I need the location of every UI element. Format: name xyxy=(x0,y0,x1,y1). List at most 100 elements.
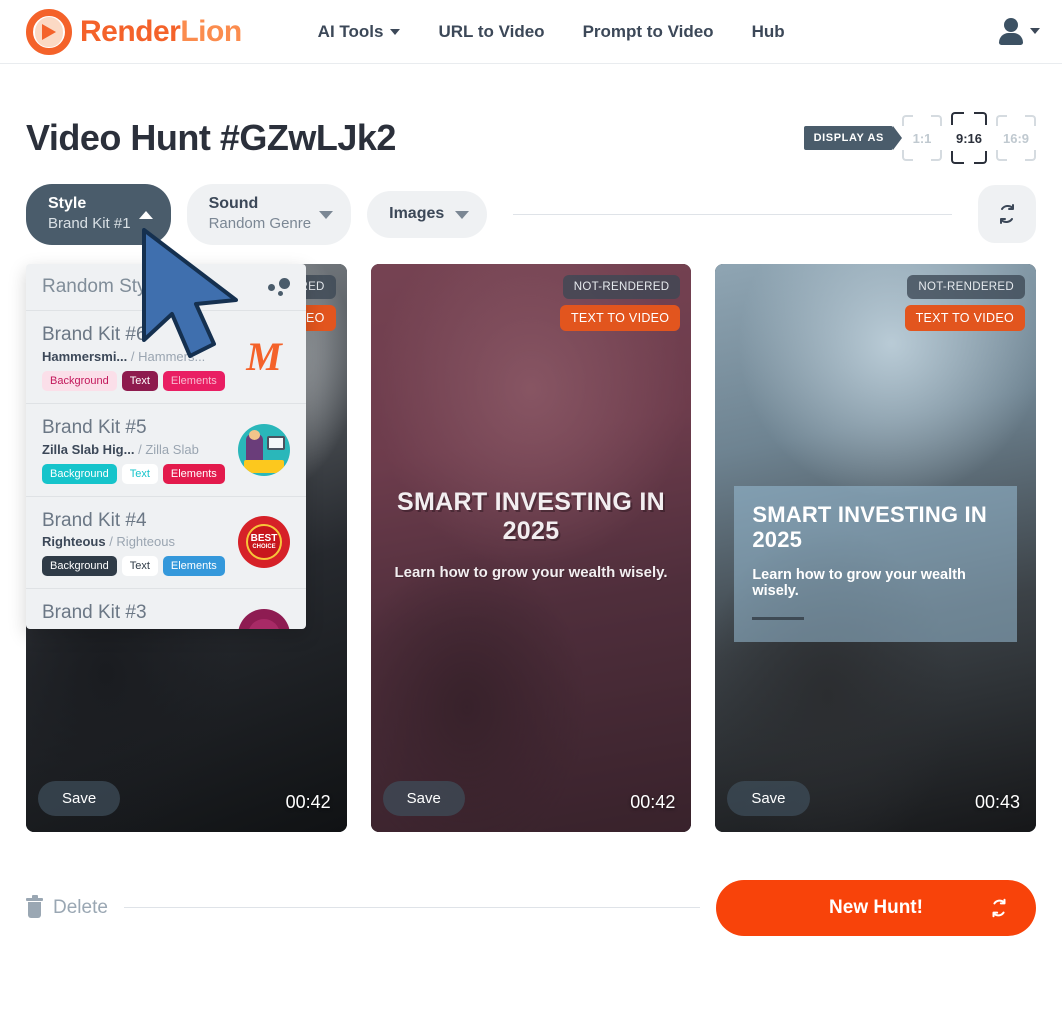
brand-kit-font-secondary: Zilla Slab xyxy=(145,441,199,457)
page-header-row: Video Hunt #GZwLJk2 DISPLAY AS 1:1 9:16 … xyxy=(26,64,1036,164)
brand-kit-font-secondary: Hammers... xyxy=(138,348,206,364)
brand-logo[interactable]: RenderLion xyxy=(26,8,242,55)
sound-filter-button[interactable]: Sound Random Genre xyxy=(186,184,352,245)
monogram-m-icon: M xyxy=(238,330,290,383)
save-button[interactable]: Save xyxy=(38,780,121,816)
sound-filter-value: Random Genre xyxy=(208,215,312,232)
nav-item-ai-tools-label: AI Tools xyxy=(317,21,384,41)
caption-subtitle: Learn how to grow your wealth wisely. xyxy=(752,567,966,600)
brand-wordmark: RenderLion xyxy=(80,15,242,49)
chip-text: Text xyxy=(121,463,158,484)
chevron-down-icon xyxy=(319,211,334,220)
video-caption: SMART INVESTING IN 2025 Learn how to gro… xyxy=(371,488,692,581)
video-card[interactable]: NOT-RENDERED TEXT TO VIDEO SMART INVESTI… xyxy=(715,263,1036,832)
nav-item-url-to-video-label: URL to Video xyxy=(438,21,545,41)
ratio-button-1-1[interactable]: 1:1 xyxy=(902,115,942,161)
status-badge: NOT-RENDERED xyxy=(562,274,681,299)
images-filter-button[interactable]: Images xyxy=(367,190,488,238)
footer-actions: Delete New Hunt! xyxy=(26,879,1036,936)
bubbles-icon xyxy=(268,278,290,296)
style-dropdown-menu[interactable]: Random Style Brand Kit #6 Hammersmi... /… xyxy=(26,264,306,629)
chip-elements: Elements xyxy=(162,556,225,577)
dropdown-item-brand-kit-3[interactable]: Brand Kit #3 Limelight / Limelight Backg… xyxy=(26,589,306,629)
video-duration: 00:43 xyxy=(974,791,1020,812)
chip-text: Text xyxy=(121,370,158,391)
nav-item-hub[interactable]: Hub xyxy=(752,22,785,42)
dropdown-item-random-style[interactable]: Random Style xyxy=(26,264,306,311)
style-filter-value: Brand Kit #1 xyxy=(48,215,131,232)
trash-icon xyxy=(26,894,43,918)
nav-item-url-to-video[interactable]: URL to Video xyxy=(438,22,544,42)
brand-kit-thumbnail: M xyxy=(238,330,290,383)
brand-kit-color-chips: Background Text Elements xyxy=(42,556,225,577)
style-filter-label: Style xyxy=(48,195,87,212)
brand-kit-fonts: Zilla Slab Hig... / Zilla Slab xyxy=(42,442,225,457)
display-as-label: DISPLAY AS xyxy=(803,126,903,150)
eagle-music-logo-icon: ♞ Eagle Music xyxy=(238,609,290,629)
video-duration: 00:42 xyxy=(630,791,676,812)
images-filter-label: Images xyxy=(389,204,445,222)
dropdown-item-brand-kit-5[interactable]: Brand Kit #5 Zilla Slab Hig... / Zilla S… xyxy=(26,404,306,497)
chip-elements: Elements xyxy=(162,463,225,484)
display-as-control: DISPLAY AS 1:1 9:16 16:9 xyxy=(803,112,1036,164)
toolbar-divider xyxy=(513,213,952,215)
ratio-button-16-9[interactable]: 16:9 xyxy=(996,115,1036,161)
refresh-results-button[interactable] xyxy=(978,185,1036,244)
chip-text: Text xyxy=(121,556,158,577)
brand-kit-font-primary: Righteous xyxy=(42,534,106,550)
status-badge: NOT-RENDERED xyxy=(907,274,1025,299)
sound-filter-label: Sound xyxy=(208,195,259,212)
brand-name-part1: Render xyxy=(80,14,181,48)
brand-kit-color-chips: Background Text Elements xyxy=(42,370,225,391)
delete-button-label: Delete xyxy=(53,896,108,918)
chip-background: Background xyxy=(42,556,117,577)
user-icon xyxy=(998,17,1024,45)
video-badges: NOT-RENDERED TEXT TO VIDEO xyxy=(904,274,1025,331)
brand-kit-thumbnail xyxy=(238,423,290,476)
style-filter-button[interactable]: Style Brand Kit #1 xyxy=(26,184,171,245)
dropdown-item-brand-kit-4[interactable]: Brand Kit #4 Righteous / Righteous Backg… xyxy=(26,497,306,590)
chevron-down-icon xyxy=(455,211,470,220)
video-duration: 00:42 xyxy=(285,791,331,812)
brand-kit-font-primary: Limelight xyxy=(42,627,100,629)
brand-kit-font-secondary: Righteous xyxy=(116,534,175,550)
ratio-button-9-16-label: 9:16 xyxy=(955,130,983,146)
caption-underline xyxy=(752,617,805,621)
brand-kit-title: Brand Kit #3 xyxy=(42,602,147,624)
type-badge: TEXT TO VIDEO xyxy=(559,304,681,331)
brand-kit-fonts: Righteous / Righteous xyxy=(42,534,225,549)
video-caption: SMART INVESTING IN 2025 Learn how to gro… xyxy=(734,485,1017,643)
brand-kit-title: Brand Kit #5 xyxy=(42,416,147,438)
chip-background: Background xyxy=(42,370,117,391)
brand-kit-title: Brand Kit #4 xyxy=(42,509,147,531)
best-choice-badge-icon: BEST CHOICE xyxy=(238,516,290,569)
refresh-icon xyxy=(1000,204,1014,225)
video-card[interactable]: NOT-RENDERED TEXT TO VIDEO SMART INVESTI… xyxy=(370,263,692,832)
filter-toolbar: Style Brand Kit #1 Sound Random Genre Im… xyxy=(26,184,1036,245)
new-hunt-button-label: New Hunt! xyxy=(829,896,923,918)
save-button[interactable]: Save xyxy=(727,780,810,816)
brand-kit-font-secondary: Limelight xyxy=(111,627,163,629)
ratio-button-9-16[interactable]: 9:16 xyxy=(951,112,987,164)
ratio-button-16-9-label: 16:9 xyxy=(1002,130,1030,146)
footer-divider xyxy=(123,907,700,908)
nav-item-ai-tools[interactable]: AI Tools xyxy=(318,22,401,42)
refresh-icon xyxy=(988,897,1010,925)
brand-kit-fonts: Hammersmi... / Hammers... xyxy=(42,349,225,364)
brand-kit-color-chips: Background Text Elements xyxy=(42,463,225,484)
brand-kit-info: Brand Kit #5 Zilla Slab Hig... / Zilla S… xyxy=(42,416,225,484)
save-button[interactable]: Save xyxy=(382,780,465,816)
brand-kit-title: Brand Kit #6 xyxy=(42,324,147,345)
delete-button[interactable]: Delete xyxy=(26,894,108,919)
nav-item-prompt-to-video-label: Prompt to Video xyxy=(582,21,714,41)
renderlion-lion-icon xyxy=(26,8,72,55)
brand-kit-font-primary: Zilla Slab Hig... xyxy=(42,441,135,457)
brand-kit-info: Brand Kit #3 Limelight / Limelight Backg… xyxy=(42,601,225,629)
top-navigation-bar: RenderLion AI Tools URL to Video Prompt … xyxy=(0,0,1062,64)
new-hunt-button[interactable]: New Hunt! xyxy=(716,879,1036,936)
account-menu[interactable] xyxy=(998,17,1040,45)
nav-item-prompt-to-video[interactable]: Prompt to Video xyxy=(583,22,714,42)
dropdown-item-brand-kit-6[interactable]: Brand Kit #6 Hammersmi... / Hammers... B… xyxy=(26,311,306,404)
brand-kit-info: Brand Kit #6 Hammersmi... / Hammers... B… xyxy=(42,323,225,391)
chevron-up-icon xyxy=(138,211,153,220)
